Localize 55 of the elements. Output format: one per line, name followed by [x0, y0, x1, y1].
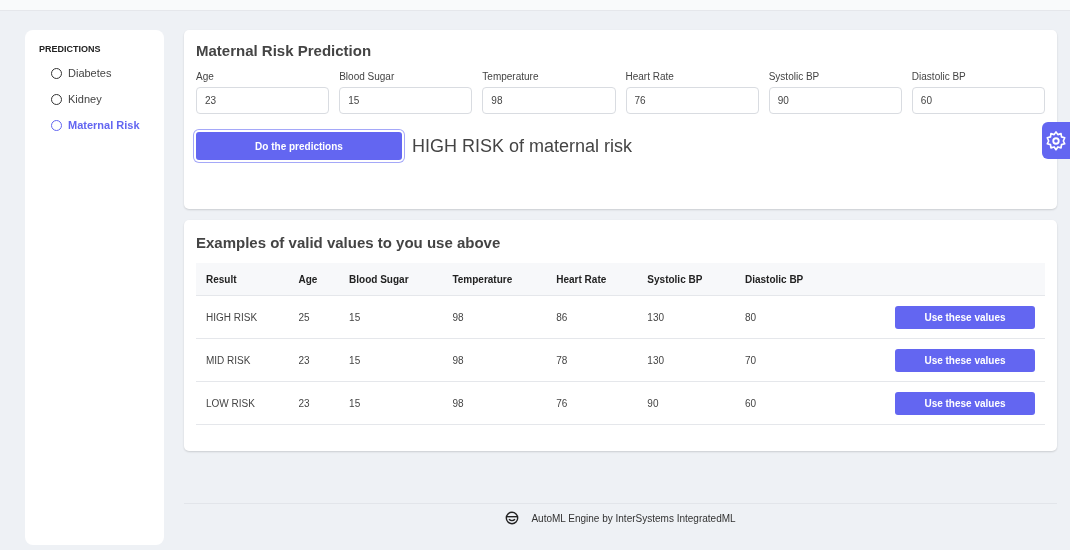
column-header: Age — [288, 263, 340, 296]
input-field[interactable]: 15 — [339, 87, 473, 114]
card-title: Examples of valid values to you use above — [196, 234, 502, 251]
table-cell: LOW RISK — [196, 381, 289, 425]
table-cell: 130 — [637, 338, 735, 382]
table-cell: HIGH RISK — [196, 295, 289, 339]
column-header: Blood Sugar — [339, 263, 443, 296]
table-cell: 70 — [734, 338, 837, 382]
field-label: Age — [196, 71, 215, 82]
table-cell: 60 — [734, 381, 837, 425]
use-values-button[interactable]: Use these values — [895, 305, 1035, 329]
sidebar-item[interactable]: Diabetes — [39, 60, 150, 86]
footer-text: AutoML Engine by InterSystems IntegratedML — [531, 512, 736, 524]
input-field[interactable]: 76 — [625, 87, 759, 114]
field-label: Temperature — [482, 71, 540, 82]
input-field[interactable]: 23 — [196, 87, 330, 114]
column-header: Diastolic BP — [734, 263, 837, 296]
card-title: Maternal Risk Prediction — [196, 42, 373, 59]
field-label: Systolic BP — [768, 71, 821, 82]
table-cell: 130 — [637, 295, 735, 339]
settings-icon — [1045, 129, 1067, 152]
input-field[interactable]: 90 — [768, 87, 902, 114]
use-values-button[interactable]: Use these values — [895, 348, 1035, 372]
table-cell: 15 — [339, 381, 443, 425]
table-cell: 98 — [442, 338, 547, 382]
table-cell: 23 — [288, 381, 340, 425]
table-cell: 98 — [442, 381, 547, 425]
table-cell: MID RISK — [196, 338, 289, 382]
use-values-button[interactable]: Use these values — [895, 391, 1035, 415]
field-label: Diastolic BP — [911, 71, 967, 82]
table-cell: 90 — [637, 381, 735, 425]
table-cell: 15 — [339, 295, 443, 339]
table-cell: 98 — [442, 295, 547, 339]
table-cell: 86 — [546, 295, 638, 339]
prediction-result: HIGH RISK of maternal risk — [412, 135, 633, 157]
sidebar-item[interactable]: Maternal Risk — [39, 112, 150, 138]
table-cell: 15 — [339, 338, 443, 382]
column-header: Systolic BP — [637, 263, 735, 296]
settings-button[interactable] — [1042, 122, 1070, 159]
input-field[interactable]: 98 — [482, 87, 616, 114]
logo-icon — [505, 511, 520, 525]
table-cell: 80 — [734, 295, 837, 339]
sidebar-heading: PREDICTIONS — [39, 44, 102, 54]
column-header: Result — [196, 263, 289, 296]
table-cell: 25 — [288, 295, 340, 339]
field-label: Blood Sugar — [339, 71, 396, 82]
table-cell: 23 — [288, 338, 340, 382]
column-header: Heart Rate — [546, 263, 638, 296]
column-header: Temperature — [442, 263, 547, 296]
table-cell: 76 — [546, 381, 638, 425]
input-field[interactable]: 60 — [911, 87, 1046, 114]
sidebar-item[interactable]: Kidney — [39, 86, 150, 112]
field-label: Heart Rate — [625, 71, 675, 82]
table-cell: 78 — [546, 338, 638, 382]
predict-button[interactable]: Do the predictions — [196, 132, 402, 160]
